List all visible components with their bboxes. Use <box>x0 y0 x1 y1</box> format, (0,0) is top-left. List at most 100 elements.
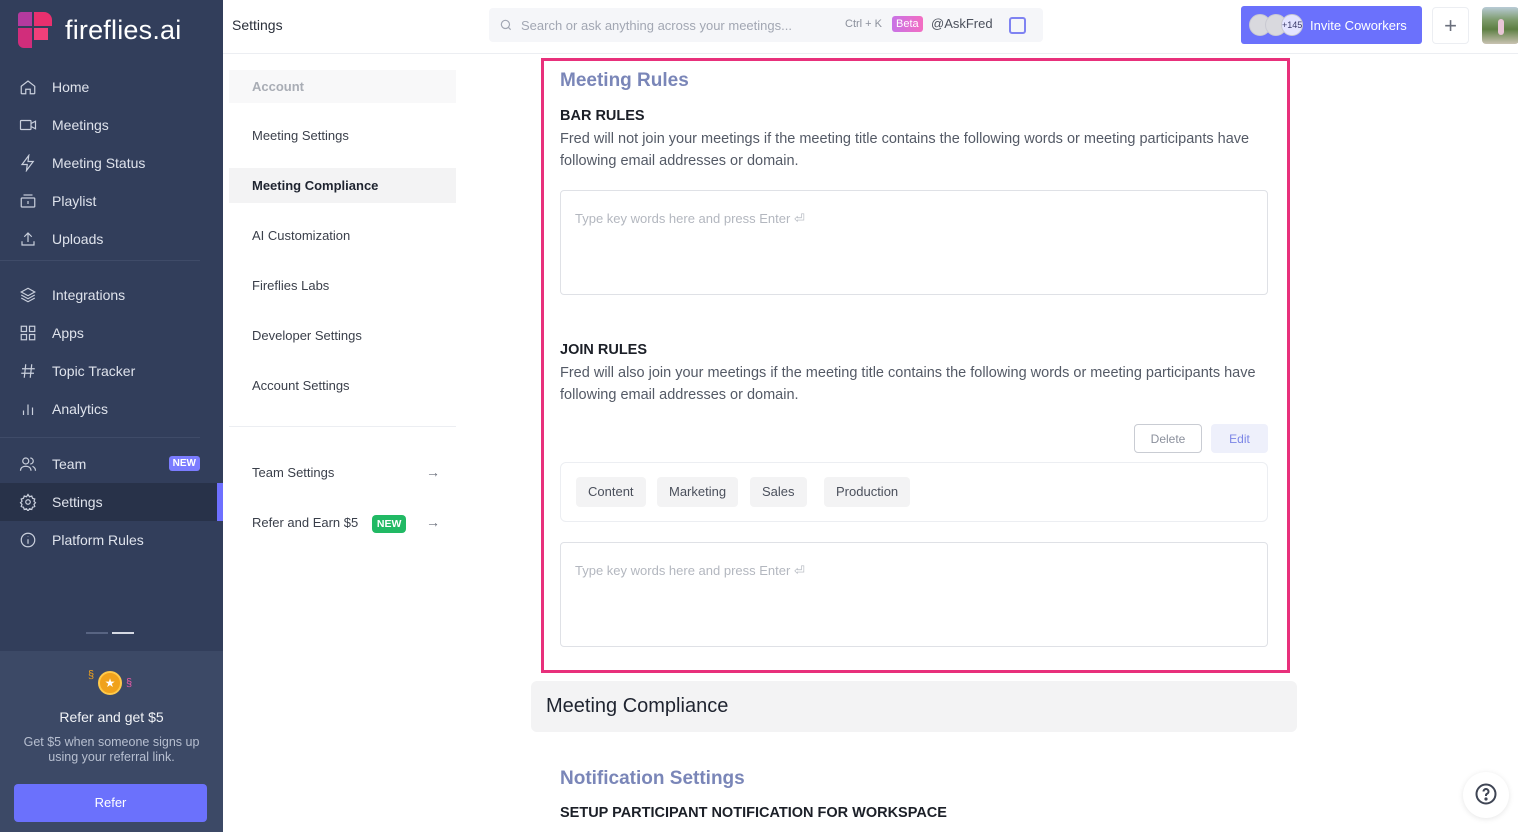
profile-avatar[interactable] <box>1482 7 1518 44</box>
sidebar-nav-primary: Home Meetings Meeting Status Playlist Up… <box>0 68 223 258</box>
join-rules-heading: JOIN RULES <box>560 342 648 358</box>
invite-coworkers-button[interactable]: +145 Invite Coworkers <box>1241 6 1422 44</box>
join-rules-tags: Content Marketing Sales Production <box>560 462 1268 522</box>
refer-title: Refer and get $5 <box>59 709 164 725</box>
edit-button[interactable]: Edit <box>1211 424 1268 453</box>
meeting-compliance-header[interactable]: Meeting Compliance <box>531 681 1297 732</box>
sidebar-item-meetings[interactable]: Meetings <box>0 106 223 144</box>
sidebar-item-apps[interactable]: Apps <box>0 314 223 352</box>
sidebar: fireflies.ai Home Meetings Meeting Statu… <box>0 0 223 832</box>
meeting-rules-title: Meeting Rules <box>560 70 689 91</box>
meeting-rules-section: Meeting Rules BAR RULES Fred will not jo… <box>541 58 1290 673</box>
carousel-dot[interactable] <box>86 632 108 634</box>
arrow-right-icon: → <box>426 514 440 530</box>
submenu-item-meeting-settings[interactable]: Meeting Settings <box>229 118 456 153</box>
sidebar-item-label: Uploads <box>52 231 104 247</box>
fireflies-logo-icon <box>18 12 54 48</box>
sidebar-nav-tertiary: Team NEW Settings Platform Rules <box>0 445 223 559</box>
nav-divider <box>0 437 200 438</box>
invite-label: Invite Coworkers <box>1310 17 1407 33</box>
coin-star-icon: ★ <box>98 671 122 695</box>
search-bar[interactable]: Ctrl + K Beta @AskFred <box>489 8 1043 42</box>
sidebar-item-home[interactable]: Home <box>0 68 223 106</box>
sidebar-item-label: Apps <box>52 325 84 341</box>
top-header: Settings Ctrl + K Beta @AskFred +145 Inv… <box>223 0 1518 54</box>
bar-rules-heading: BAR RULES <box>560 108 645 124</box>
sidebar-item-label: Meetings <box>52 117 109 133</box>
sidebar-item-label: Home <box>52 79 90 95</box>
sidebar-item-label: Meeting Status <box>52 155 146 171</box>
info-icon <box>18 530 38 550</box>
carousel-indicator[interactable] <box>86 632 134 634</box>
submenu-item-ai-customization[interactable]: AI Customization <box>229 218 456 253</box>
confetti-icon: § <box>88 669 95 681</box>
sidebar-item-analytics[interactable]: Analytics <box>0 390 223 428</box>
nav-divider <box>0 260 200 261</box>
sidebar-item-playlist[interactable]: Playlist <box>0 182 223 220</box>
bar-chart-icon <box>18 399 38 419</box>
brand-name: fireflies.ai <box>65 14 182 45</box>
sidebar-item-uploads[interactable]: Uploads <box>0 220 223 258</box>
help-button[interactable] <box>1463 772 1509 818</box>
gear-icon <box>18 492 38 512</box>
bar-rules-keyword-input[interactable] <box>560 190 1268 295</box>
sidebar-item-integrations[interactable]: Integrations <box>0 276 223 314</box>
sidebar-item-settings[interactable]: Settings <box>0 483 223 521</box>
delete-button[interactable]: Delete <box>1134 424 1202 453</box>
new-badge: NEW <box>371 515 407 533</box>
keyword-tag[interactable]: Production <box>824 477 911 507</box>
keyword-tag[interactable]: Marketing <box>657 477 739 507</box>
video-icon <box>18 115 38 135</box>
new-badge: NEW <box>168 456 200 471</box>
help-question-icon <box>1474 782 1498 809</box>
carousel-dot-active[interactable] <box>112 632 134 634</box>
sidebar-item-team[interactable]: Team NEW <box>0 445 223 483</box>
playlist-icon <box>18 191 38 211</box>
askfred-toggle[interactable] <box>1009 17 1026 34</box>
submenu-link-label: Refer and Earn $5 <box>252 515 359 530</box>
keyword-tag[interactable]: Sales <box>750 477 807 507</box>
home-icon <box>18 77 38 97</box>
submenu-link-refer-and-earn[interactable]: Refer and Earn $5 NEW → <box>229 505 456 540</box>
sidebar-item-label: Analytics <box>52 401 109 417</box>
bar-rules-description: Fred will not join your meetings if the … <box>560 131 1250 169</box>
page-title: Settings <box>232 17 283 33</box>
submenu-link-label: Team Settings <box>252 465 335 480</box>
keyword-tag[interactable]: Content <box>576 477 646 507</box>
grid-icon <box>18 323 38 343</box>
settings-submenu: Account Meeting Settings Meeting Complia… <box>229 70 456 540</box>
layers-icon <box>18 285 38 305</box>
sidebar-item-label: Settings <box>52 494 103 510</box>
submenu-item-developer-settings[interactable]: Developer Settings <box>229 318 456 353</box>
add-button[interactable]: + <box>1432 7 1469 44</box>
notification-setup-heading: SETUP PARTICIPANT NOTIFICATION FOR WORKS… <box>560 805 947 821</box>
refer-button[interactable]: Refer <box>14 784 207 822</box>
sidebar-nav-secondary: Integrations Apps Topic Tracker Analytic… <box>0 276 223 428</box>
join-rules-description: Fred will also join your meetings if the… <box>560 365 1256 403</box>
sidebar-item-topic-tracker[interactable]: Topic Tracker <box>0 352 223 390</box>
sidebar-item-meeting-status[interactable]: Meeting Status <box>0 144 223 182</box>
meeting-compliance-title: Meeting Compliance <box>546 695 729 717</box>
logo[interactable]: fireflies.ai <box>18 12 181 48</box>
notification-settings-title: Notification Settings <box>560 768 745 789</box>
shortcut-hint: Ctrl + K <box>845 18 882 30</box>
search-input[interactable] <box>521 17 831 33</box>
confetti-icon: § <box>126 677 133 689</box>
submenu-divider <box>229 426 456 427</box>
sidebar-item-label: Playlist <box>52 193 97 209</box>
avatar-count: +145 <box>1281 14 1303 36</box>
sidebar-item-platform-rules[interactable]: Platform Rules <box>0 521 223 559</box>
submenu-item-meeting-compliance[interactable]: Meeting Compliance <box>229 168 456 203</box>
join-rules-keyword-input[interactable] <box>560 542 1268 647</box>
submenu-item-fireflies-labs[interactable]: Fireflies Labs <box>229 268 456 303</box>
lightning-icon <box>18 153 38 173</box>
upload-icon <box>18 229 38 249</box>
submenu-item-account-settings[interactable]: Account Settings <box>229 368 456 403</box>
sidebar-item-label: Team <box>52 456 87 472</box>
submenu-link-team-settings[interactable]: Team Settings → <box>229 455 456 490</box>
refer-description: Get $5 when someone signs up using your … <box>23 735 200 764</box>
submenu-group-account: Account <box>229 70 456 103</box>
sidebar-item-label: Integrations <box>52 287 126 303</box>
users-icon <box>18 454 38 474</box>
askfred-label[interactable]: @AskFred <box>931 16 993 31</box>
